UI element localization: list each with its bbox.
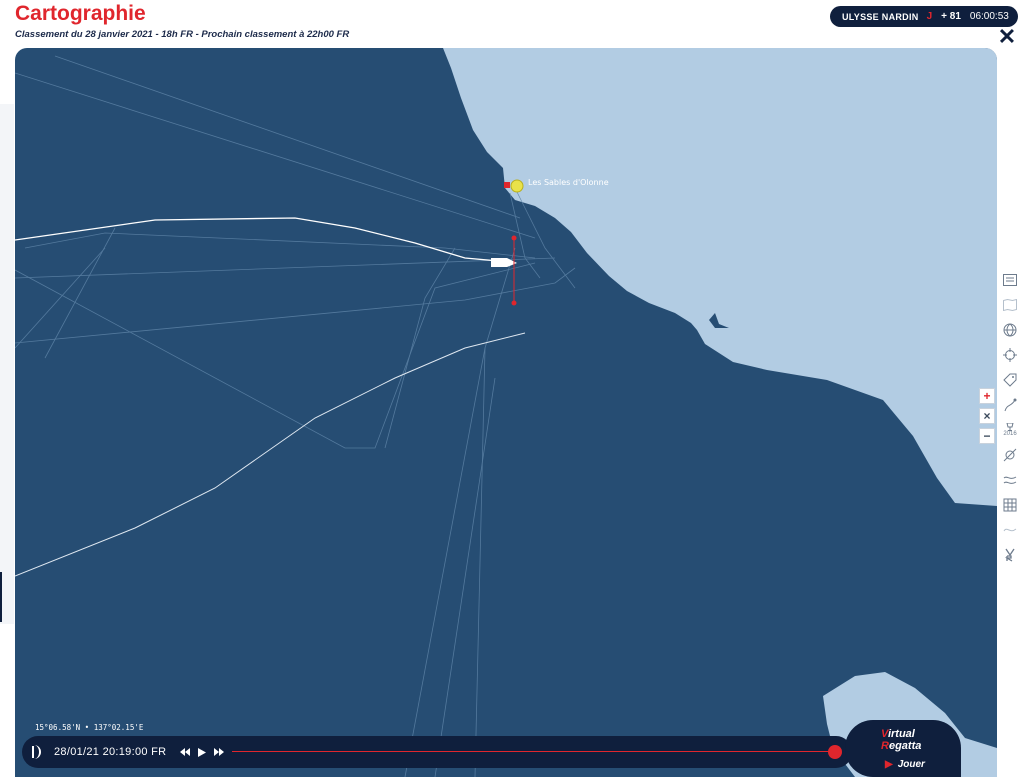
badge-line2-rest: egatta: [888, 740, 922, 752]
play-label[interactable]: Jouer: [898, 759, 925, 770]
trophy-icon[interactable]: 2016: [999, 418, 1021, 442]
competitor-tracks: [15, 55, 576, 777]
day-prefix: J: [926, 11, 933, 22]
target-icon[interactable]: [999, 343, 1021, 367]
replay-timeline[interactable]: [232, 751, 834, 752]
day-count: + 81: [941, 11, 961, 22]
fast-forward-icon[interactable]: [212, 745, 226, 759]
rewind-icon[interactable]: [178, 745, 192, 759]
play-button[interactable]: ▶ Jouer: [885, 759, 925, 770]
map-canvas[interactable]: Les Sables d'Olonne 15°06.58'N • 137°02.…: [15, 48, 997, 777]
grid-icon[interactable]: [999, 493, 1021, 517]
zoom-out-button[interactable]: −: [979, 428, 995, 444]
cursor-coordinates: 15°06.58'N • 137°02.15'E: [35, 723, 144, 732]
moon-icon: [28, 736, 46, 768]
tag-icon[interactable]: [999, 368, 1021, 392]
virtual-regatta-badge[interactable]: Virtual Regatta ▶ Jouer: [845, 720, 961, 777]
badge-line2: Regatta: [881, 740, 922, 752]
zoom-in-button[interactable]: +: [979, 388, 995, 404]
wind-off-icon[interactable]: [999, 443, 1021, 467]
ruler-bottom: [511, 300, 517, 306]
replay-datetime: 28/01/21 20:19:00 FR: [54, 746, 167, 758]
map-toolbar: 2016: [999, 268, 1021, 568]
ranking-subtitle: Classement du 28 janvier 2021 - 18h FR -…: [15, 29, 350, 40]
close-button[interactable]: ✕: [997, 26, 1017, 48]
timeline-knob[interactable]: [828, 745, 842, 759]
ruler-top: [511, 235, 517, 241]
page-title: Cartographie: [15, 2, 146, 25]
panel-handle[interactable]: [0, 572, 2, 622]
play-icon[interactable]: [195, 745, 209, 759]
secondary-route: [15, 332, 526, 577]
port-marker: [510, 179, 524, 193]
port-label: Les Sables d'Olonne: [528, 178, 609, 187]
map-icon[interactable]: [999, 293, 1021, 317]
wave-icon[interactable]: [999, 518, 1021, 542]
left-side-panel-tab[interactable]: [0, 104, 14, 624]
land-coast: [443, 48, 997, 506]
elapsed-time: 06:00:53: [969, 11, 1009, 22]
replay-player: 28/01/21 20:19:00 FR: [22, 736, 852, 768]
globe-icon[interactable]: [999, 318, 1021, 342]
sponsor-brand: ULYSSE NARDIN: [842, 11, 919, 22]
zoom-reset-button[interactable]: ×: [979, 408, 995, 424]
trophy-year: 2016: [1003, 431, 1017, 437]
badge-line1: Virtual: [881, 728, 915, 740]
port-flag: [504, 182, 510, 188]
play-triangle-icon: ▶: [885, 759, 893, 770]
badge-line1-rest: irtual: [887, 728, 915, 740]
waves-icon[interactable]: [999, 468, 1021, 492]
vr-logo-icon[interactable]: [999, 543, 1021, 567]
ranking-icon[interactable]: [999, 268, 1021, 292]
route-icon[interactable]: [999, 393, 1021, 417]
race-clock-badge: ULYSSE NARDIN J + 81 06:00:53: [830, 6, 1018, 27]
map-layer: [15, 48, 997, 777]
